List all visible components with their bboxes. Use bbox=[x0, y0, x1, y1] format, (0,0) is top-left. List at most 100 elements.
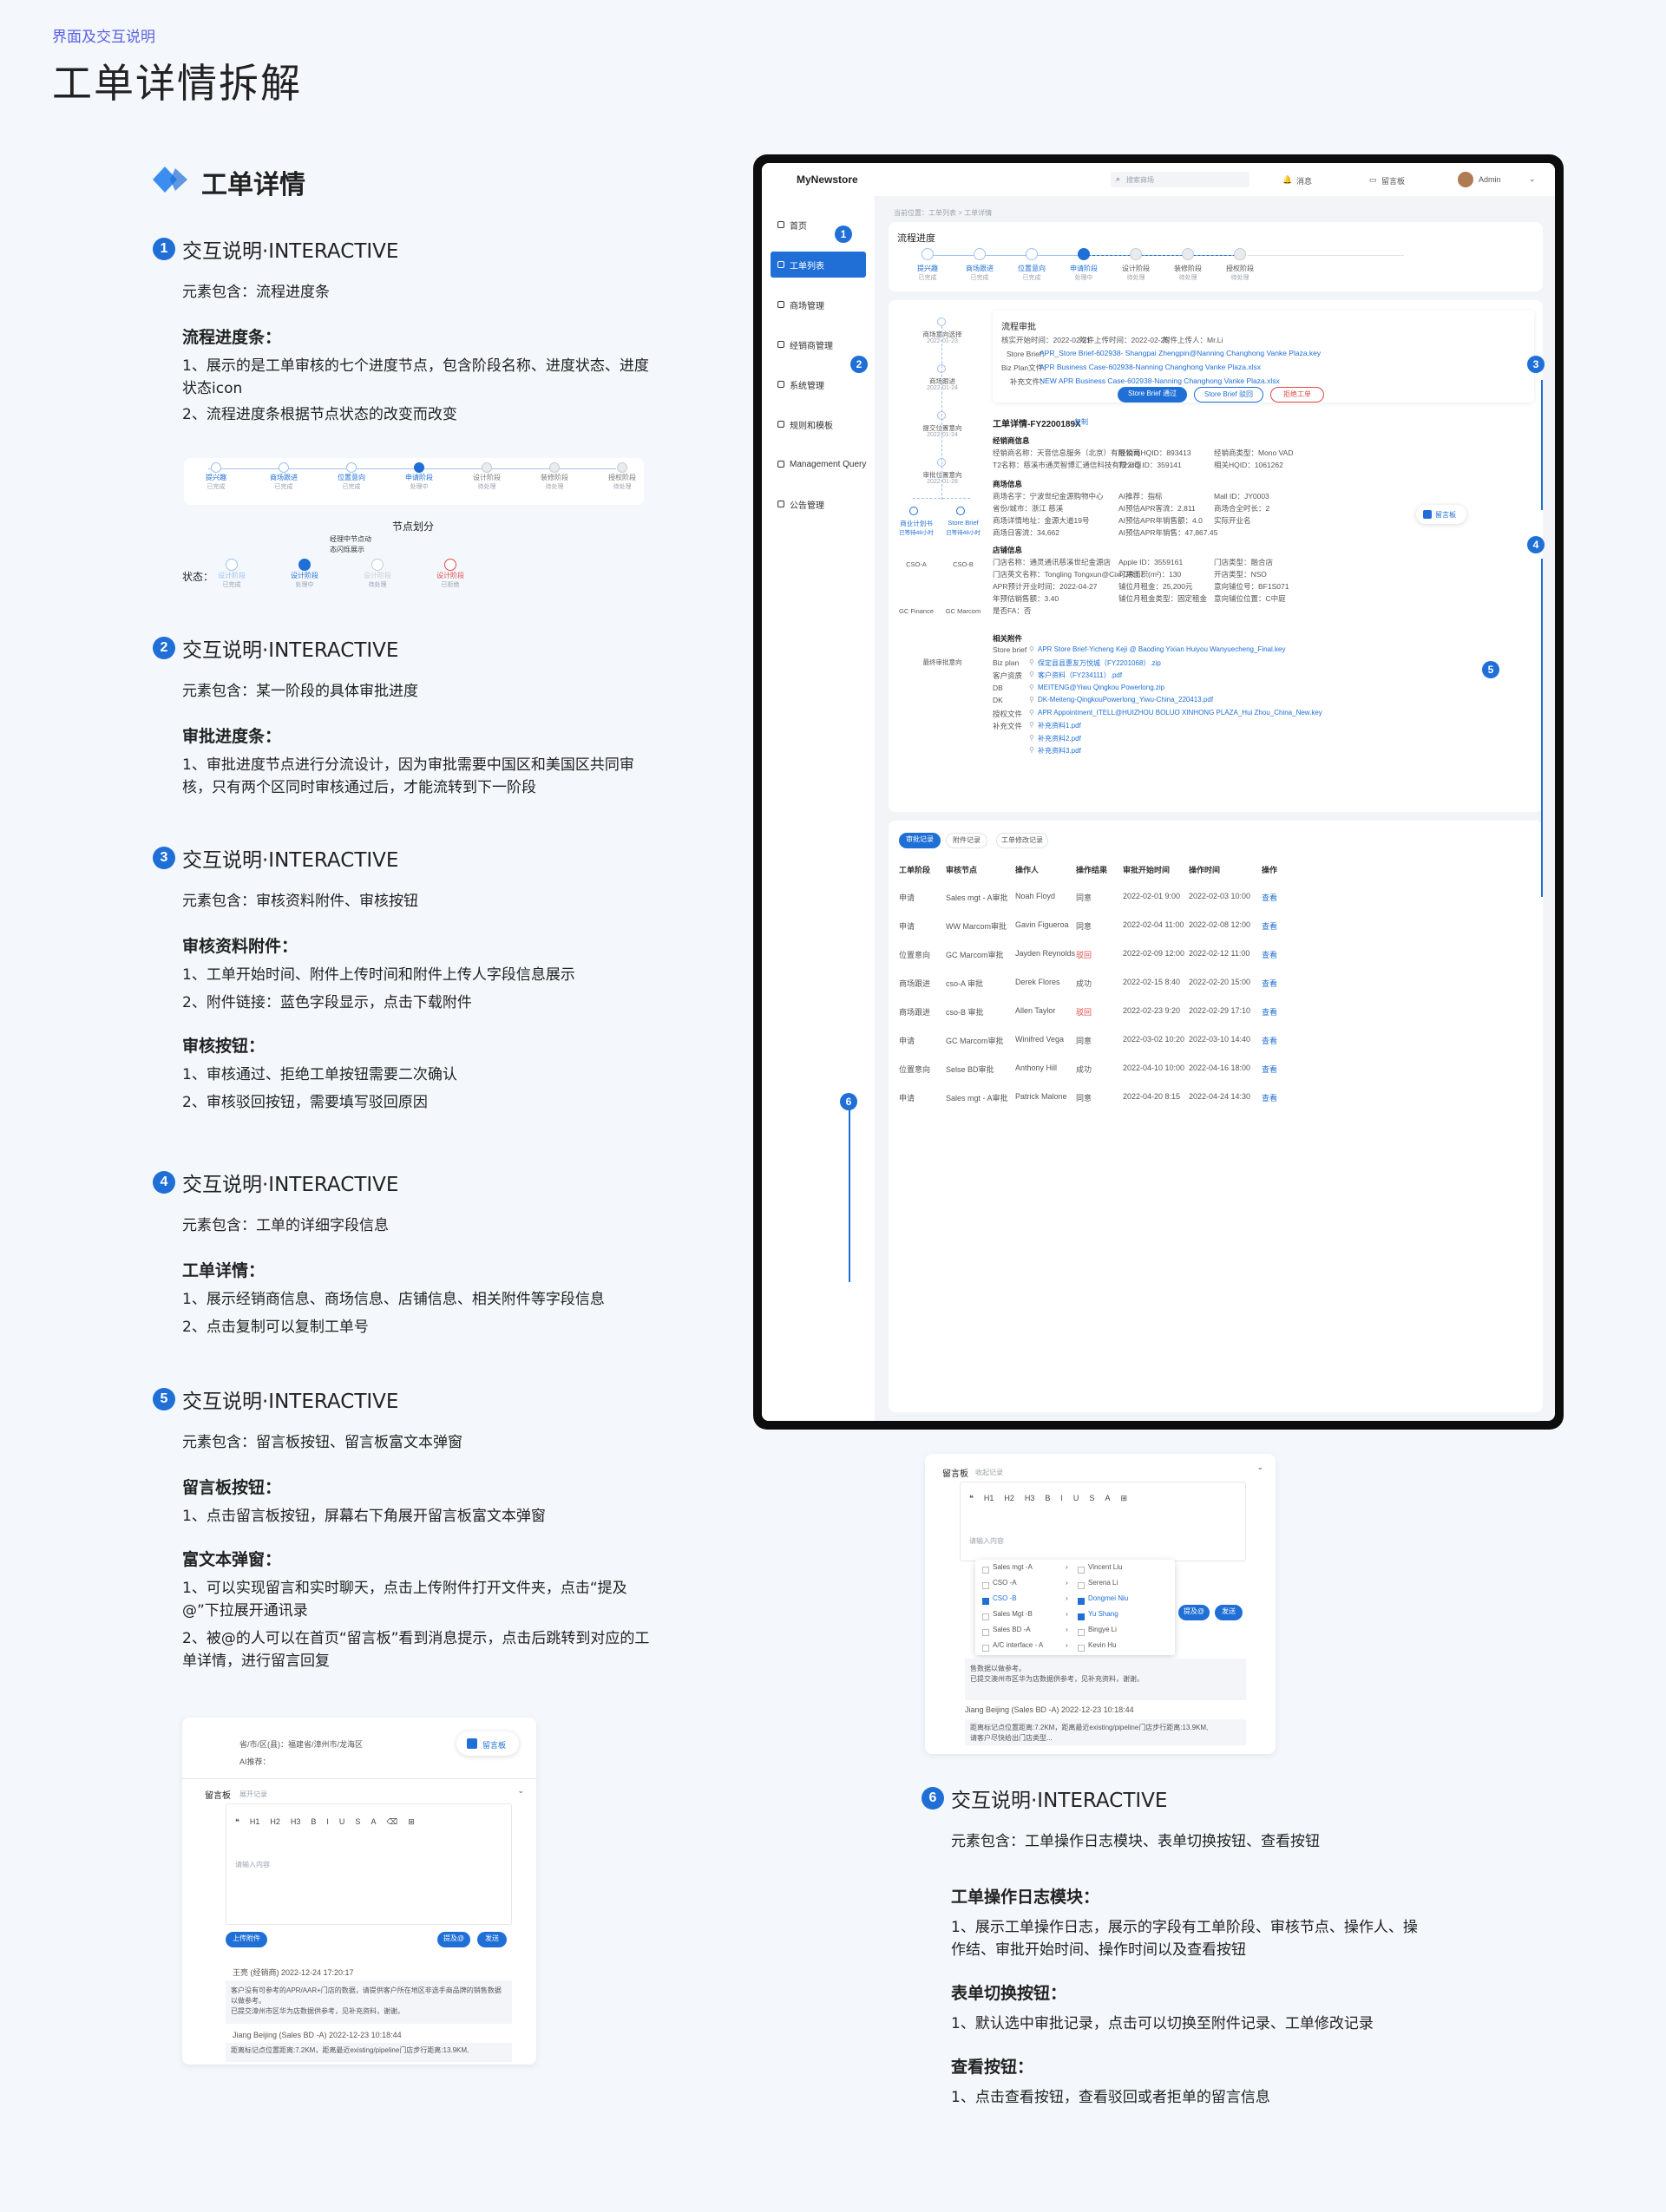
collapse-icon[interactable]: ⌄ bbox=[517, 1786, 524, 1796]
sidebar-item[interactable]: 首页 bbox=[762, 212, 875, 238]
reject-button[interactable]: Store Brief 驳回 bbox=[1194, 387, 1263, 402]
view-button[interactable]: 查看 bbox=[1262, 1092, 1277, 1103]
contact-person[interactable]: Serena Li bbox=[1088, 1579, 1118, 1587]
f2-link[interactable]: APR Business Case-602938-Nanning Changho… bbox=[1040, 363, 1261, 371]
info-field: 门店名称：通灵通讯慈溪世纪金源店 bbox=[993, 558, 1112, 566]
checkbox[interactable] bbox=[982, 1598, 989, 1605]
f1-link[interactable]: APR_Store Brief-602938- Shangpai Zhengpi… bbox=[1040, 349, 1321, 357]
attachment-link[interactable]: MEITENG@Yiwu Qingkou Powerlong.zip bbox=[1038, 684, 1164, 691]
tab-0[interactable]: 审批记录 bbox=[899, 833, 941, 848]
sidebar-item[interactable]: 商场管理 bbox=[762, 291, 875, 317]
checkbox[interactable] bbox=[1078, 1567, 1085, 1574]
mention-button[interactable]: 提及@ bbox=[437, 1932, 470, 1947]
view-button[interactable]: 查看 bbox=[1262, 949, 1277, 960]
sidebar-item[interactable]: 公告管理 bbox=[762, 491, 875, 517]
checkbox[interactable] bbox=[1078, 1598, 1085, 1605]
checkbox[interactable] bbox=[1078, 1582, 1085, 1589]
tab-2[interactable]: 工单修改记录 bbox=[996, 833, 1048, 848]
checkbox[interactable] bbox=[982, 1582, 989, 1589]
refuse-button[interactable]: 拒绝工单 bbox=[1270, 387, 1324, 402]
attachment-link[interactable]: DK-Meiteng-QingkouPowerlong_Yiwu-China_2… bbox=[1038, 696, 1213, 704]
attachment-link[interactable]: 客户资料（FY234111）.pdf bbox=[1038, 671, 1122, 680]
table-cell: 2022-02-20 15:00 bbox=[1189, 978, 1251, 986]
checkbox[interactable] bbox=[982, 1629, 989, 1636]
node-title: 节点划分 bbox=[392, 520, 435, 533]
board-fab[interactable]: 留言板 bbox=[1416, 505, 1466, 524]
attachment-link[interactable]: 补充资料3.pdf bbox=[1038, 746, 1081, 756]
attachment-link[interactable]: APR Store Brief-Yicheng Keji @ Baoding Y… bbox=[1038, 645, 1285, 653]
notice-link[interactable]: 消息 bbox=[1296, 175, 1312, 187]
copy-button[interactable]: 复制 bbox=[1074, 417, 1088, 427]
contact-person[interactable]: Vincent Liu bbox=[1088, 1563, 1122, 1571]
bell-icon[interactable]: 🔔 bbox=[1282, 175, 1292, 185]
search-input[interactable]: ⌕ 搜索商场 bbox=[1111, 172, 1250, 187]
editor[interactable]: ❝ H1 H2 H3 B I U S A ⌫ ⊞ 请输入内容 bbox=[226, 1803, 512, 1925]
contact-person[interactable]: Bingye Li bbox=[1088, 1626, 1117, 1633]
attachment-link[interactable]: 保定县县惠友万悦城（FY2201068）.zip bbox=[1038, 658, 1161, 668]
pass-button[interactable]: Store Brief 通过 bbox=[1118, 387, 1187, 402]
send-button[interactable]: 发送 bbox=[1215, 1605, 1243, 1620]
sidebar-item[interactable]: Management Query bbox=[762, 451, 875, 477]
info-field: 铺位月租金类型：固定租金 bbox=[1118, 594, 1208, 603]
contact-group[interactable]: Sales mgt -A bbox=[993, 1563, 1033, 1571]
table-cell: 2022-04-20 8:15 bbox=[1123, 1092, 1181, 1101]
s5-head: 交互说明·INTERACTIVE bbox=[182, 1391, 399, 1413]
contact-group[interactable]: CSO -A bbox=[993, 1579, 1017, 1587]
collapse-icon[interactable]: ⌄ bbox=[1256, 1463, 1263, 1472]
view-button[interactable]: 查看 bbox=[1262, 978, 1277, 989]
checkbox[interactable] bbox=[982, 1645, 989, 1652]
board-popup-left: 省/市/区(县)：福建省/漳州市/龙海区 AI推荐： 留言板 留言板 展开记录 … bbox=[182, 1718, 536, 2065]
send-button[interactable]: 发送 bbox=[477, 1932, 507, 1947]
avatar[interactable] bbox=[1458, 172, 1473, 187]
diamond-icon bbox=[153, 167, 187, 193]
contact-group[interactable]: Sales Mgt -B bbox=[993, 1610, 1033, 1618]
mention-dropdown[interactable]: Sales mgt -A › CSO -A › CSO -B › Sales Mgt -B ›… bbox=[975, 1560, 1175, 1655]
tab-1[interactable]: 附件记录 bbox=[946, 833, 987, 848]
split-node-icon bbox=[956, 507, 965, 515]
chevron-down-icon[interactable]: ⌄ bbox=[1529, 174, 1536, 184]
mention-button[interactable]: 提及@ bbox=[1178, 1605, 1210, 1620]
checkbox[interactable] bbox=[1078, 1613, 1085, 1620]
contact-person[interactable]: Yu Shang bbox=[1088, 1610, 1118, 1618]
flow-node-date: 2022-01-24 bbox=[927, 385, 958, 391]
view-button[interactable]: 查看 bbox=[1262, 1006, 1277, 1018]
sidebar-item[interactable]: 规则和模板 bbox=[762, 411, 875, 437]
s4-contains: 元素包含：工单的详细字段信息 bbox=[182, 1217, 389, 1234]
popup2-sub[interactable]: 展开记录 bbox=[239, 1790, 267, 1799]
board-icon-top[interactable]: ▭ bbox=[1369, 175, 1377, 185]
contact-group[interactable]: CSO -B bbox=[993, 1594, 1017, 1602]
upload-button[interactable]: 上传附件 bbox=[226, 1932, 267, 1947]
attachment-link[interactable]: 补充资料1.pdf bbox=[1038, 721, 1081, 730]
info-field: 可用面积(m²)：130 bbox=[1118, 570, 1182, 579]
editor[interactable]: ❝ H1 H2 H3 B I U S A ⊞ 请输入内容 bbox=[960, 1482, 1246, 1561]
table-cell: GC Marcom审批 bbox=[946, 951, 1004, 959]
view-button[interactable]: 查看 bbox=[1262, 892, 1277, 903]
sidebar-item[interactable]: 经销商管理 bbox=[762, 331, 875, 357]
view-button[interactable]: 查看 bbox=[1262, 920, 1277, 932]
popup1-sub[interactable]: 收起记录 bbox=[975, 1468, 1003, 1477]
sidebar-item[interactable]: 系统管理 bbox=[762, 371, 875, 397]
checkbox[interactable] bbox=[1078, 1645, 1085, 1652]
checkbox[interactable] bbox=[982, 1613, 989, 1620]
f3-link[interactable]: NEW APR Business Case-602938-Nanning Cha… bbox=[1040, 376, 1280, 385]
paperclip-icon: ⚲ bbox=[1029, 696, 1034, 704]
step-status-icon bbox=[549, 462, 560, 473]
table-row: 申请 Sales mgt - A审批 Patrick Malone 同意 2022-04… bbox=[889, 1083, 1543, 1112]
attachment-link[interactable]: 补充资料2.pdf bbox=[1038, 734, 1081, 743]
sidebar-item[interactable]: 工单列表 bbox=[771, 252, 866, 278]
attachment-link[interactable]: APR Appointment_ITELL@HUIZHOU BOLUO XINH… bbox=[1038, 709, 1322, 717]
step-status-icon bbox=[1182, 248, 1194, 260]
board-fab-left[interactable]: 留言板 bbox=[456, 1731, 519, 1756]
s1-p1: 1、展示的是工单审核的七个进度节点，包含阶段名称、进度状态、进度状态icon bbox=[182, 357, 649, 397]
view-button[interactable]: 查看 bbox=[1262, 1063, 1277, 1075]
contact-person[interactable]: Kevin Hu bbox=[1088, 1641, 1116, 1649]
checkbox[interactable] bbox=[982, 1567, 989, 1574]
view-button[interactable]: 查看 bbox=[1262, 1035, 1277, 1046]
contact-group[interactable]: Sales BD -A bbox=[993, 1626, 1031, 1633]
contact-person[interactable]: Dongmei Niu bbox=[1088, 1594, 1128, 1602]
checkbox[interactable] bbox=[1078, 1629, 1085, 1636]
board-link[interactable]: 留言板 bbox=[1381, 175, 1405, 187]
mini-step: 申请阶段 处理中 bbox=[389, 462, 449, 491]
user-name[interactable]: Admin bbox=[1479, 175, 1501, 184]
contact-group[interactable]: A/C interface - A bbox=[993, 1641, 1043, 1649]
